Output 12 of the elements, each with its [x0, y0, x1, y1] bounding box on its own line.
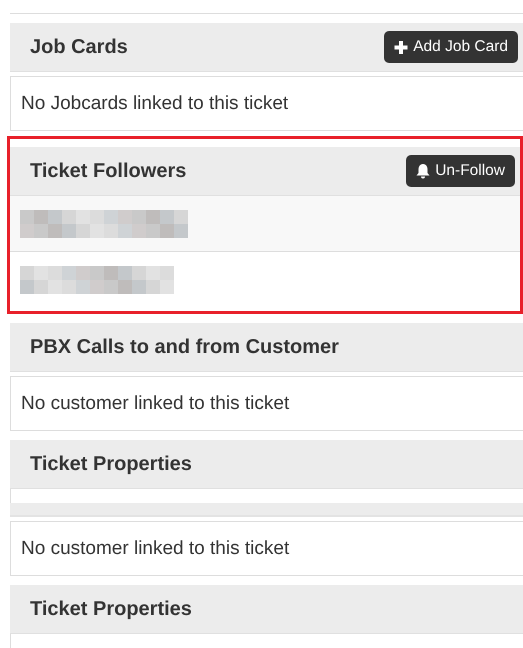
- panel-title: PBX Calls to and from Customer: [30, 336, 339, 358]
- plus-icon: [394, 39, 408, 55]
- panel-title: Ticket Properties: [30, 452, 192, 476]
- panel-title: Ticket Properties: [30, 598, 192, 620]
- panel-title: Ticket Followers: [30, 160, 186, 182]
- empty-message: No customer linked to this ticket: [21, 392, 290, 414]
- add-button[interactable]: Add Job Card: [384, 31, 518, 63]
- empty-message: No Jobcards linked to this ticket: [21, 92, 288, 114]
- empty-message: No customer linked to this ticket: [21, 538, 290, 560]
- panel-title: Job Cards: [30, 36, 128, 58]
- bell-icon: [416, 163, 430, 179]
- unfollow-button[interactable]: Un-Follow: [406, 155, 515, 187]
